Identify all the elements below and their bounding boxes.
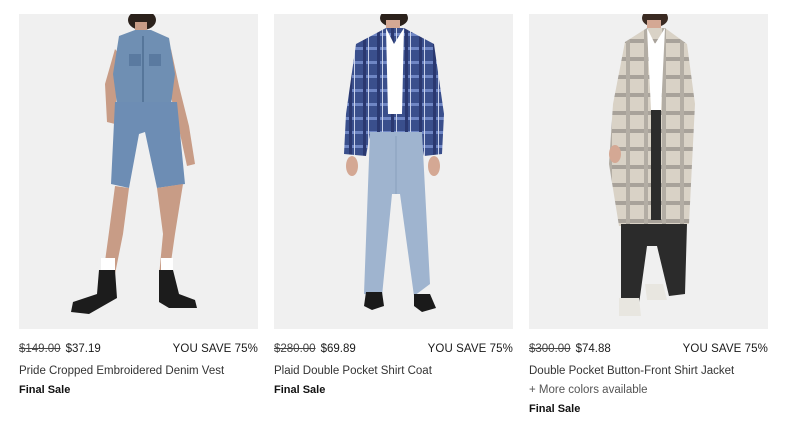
product-image[interactable]	[274, 14, 513, 329]
product-card: $300.00 $74.88 YOU SAVE 75% Double Pocke…	[529, 14, 768, 416]
savings-label: YOU SAVE 75%	[682, 343, 768, 355]
product-name-link[interactable]: Pride Cropped Embroidered Denim Vest	[19, 364, 258, 378]
product-image[interactable]	[529, 14, 768, 329]
more-colors-link[interactable]: + More colors available	[529, 383, 768, 397]
sale-price: $74.88	[575, 343, 611, 355]
savings-label: YOU SAVE 75%	[427, 343, 513, 355]
original-price: $300.00	[529, 343, 571, 355]
product-grid: $149.00 $37.19 YOU SAVE 75% Pride Croppe…	[19, 14, 768, 416]
final-sale-label: Final Sale	[274, 384, 326, 396]
sale-price: $37.19	[65, 343, 101, 355]
price-row: $149.00 $37.19 YOU SAVE 75%	[19, 343, 258, 357]
product-photo-plaid-shirt-jacket	[529, 14, 768, 329]
price-row: $300.00 $74.88 YOU SAVE 75%	[529, 343, 768, 357]
product-image[interactable]	[19, 14, 258, 329]
price-row: $280.00 $69.89 YOU SAVE 75%	[274, 343, 513, 357]
original-price: $149.00	[19, 343, 61, 355]
product-card: $280.00 $69.89 YOU SAVE 75% Plaid Double…	[274, 14, 513, 416]
product-photo-plaid-shirt-coat	[274, 14, 513, 329]
savings-label: YOU SAVE 75%	[172, 343, 258, 355]
original-price: $280.00	[274, 343, 316, 355]
product-name-link[interactable]: Double Pocket Button-Front Shirt Jacket	[529, 364, 768, 378]
product-name-link[interactable]: Plaid Double Pocket Shirt Coat	[274, 364, 513, 378]
product-card: $149.00 $37.19 YOU SAVE 75% Pride Croppe…	[19, 14, 258, 416]
final-sale-label: Final Sale	[19, 384, 71, 396]
sale-price: $69.89	[320, 343, 356, 355]
final-sale-label: Final Sale	[529, 403, 581, 415]
product-photo-denim-vest	[19, 14, 258, 329]
